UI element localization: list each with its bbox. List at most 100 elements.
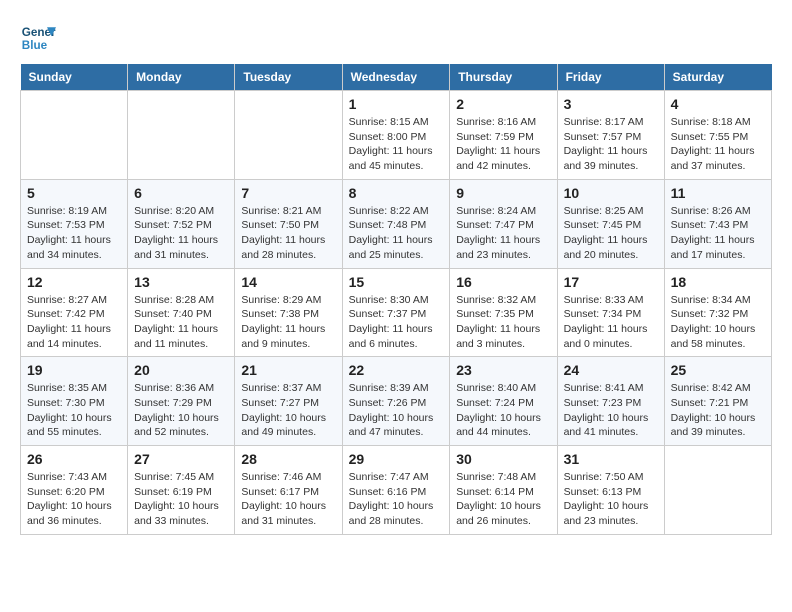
calendar-cell: 10 Sunrise: 8:25 AM Sunset: 7:45 PM Dayli… — [557, 179, 664, 268]
calendar-cell — [235, 91, 342, 180]
day-number: 29 — [349, 451, 444, 467]
day-number: 14 — [241, 274, 335, 290]
calendar-cell: 6 Sunrise: 8:20 AM Sunset: 7:52 PM Daylig… — [128, 179, 235, 268]
logo-icon: General Blue — [20, 20, 56, 56]
weekday-thursday: Thursday — [450, 64, 557, 91]
day-detail: Sunrise: 8:37 AM Sunset: 7:27 PM Dayligh… — [241, 381, 335, 440]
calendar-cell: 15 Sunrise: 8:30 AM Sunset: 7:37 PM Dayli… — [342, 268, 450, 357]
weekday-monday: Monday — [128, 64, 235, 91]
calendar-cell: 27 Sunrise: 7:45 AM Sunset: 6:19 PM Dayli… — [128, 446, 235, 535]
calendar-week-2: 5 Sunrise: 8:19 AM Sunset: 7:53 PM Daylig… — [21, 179, 772, 268]
day-number: 2 — [456, 96, 550, 112]
calendar-week-5: 26 Sunrise: 7:43 AM Sunset: 6:20 PM Dayli… — [21, 446, 772, 535]
day-detail: Sunrise: 8:20 AM Sunset: 7:52 PM Dayligh… — [134, 204, 228, 263]
day-number: 7 — [241, 185, 335, 201]
day-detail: Sunrise: 8:41 AM Sunset: 7:23 PM Dayligh… — [564, 381, 658, 440]
day-number: 10 — [564, 185, 658, 201]
day-number: 25 — [671, 362, 765, 378]
calendar-cell — [21, 91, 128, 180]
calendar-cell: 5 Sunrise: 8:19 AM Sunset: 7:53 PM Daylig… — [21, 179, 128, 268]
calendar-body: 1 Sunrise: 8:15 AM Sunset: 8:00 PM Daylig… — [21, 91, 772, 535]
day-detail: Sunrise: 8:29 AM Sunset: 7:38 PM Dayligh… — [241, 293, 335, 352]
calendar-cell: 26 Sunrise: 7:43 AM Sunset: 6:20 PM Dayli… — [21, 446, 128, 535]
calendar-cell: 31Sunrise: 7:50 AM Sunset: 6:13 PM Dayli… — [557, 446, 664, 535]
weekday-sunday: Sunday — [21, 64, 128, 91]
calendar-cell: 1 Sunrise: 8:15 AM Sunset: 8:00 PM Daylig… — [342, 91, 450, 180]
weekday-wednesday: Wednesday — [342, 64, 450, 91]
calendar-cell: 21 Sunrise: 8:37 AM Sunset: 7:27 PM Dayli… — [235, 357, 342, 446]
day-number: 20 — [134, 362, 228, 378]
day-number: 4 — [671, 96, 765, 112]
day-detail: Sunrise: 8:27 AM Sunset: 7:42 PM Dayligh… — [27, 293, 121, 352]
calendar-week-4: 19 Sunrise: 8:35 AM Sunset: 7:30 PM Dayli… — [21, 357, 772, 446]
day-number: 26 — [27, 451, 121, 467]
calendar-cell: 4 Sunrise: 8:18 AM Sunset: 7:55 PM Daylig… — [664, 91, 771, 180]
day-number: 21 — [241, 362, 335, 378]
weekday-tuesday: Tuesday — [235, 64, 342, 91]
day-detail: Sunrise: 8:30 AM Sunset: 7:37 PM Dayligh… — [349, 293, 444, 352]
calendar-cell: 14 Sunrise: 8:29 AM Sunset: 7:38 PM Dayli… — [235, 268, 342, 357]
day-number: 17 — [564, 274, 658, 290]
day-detail: Sunrise: 8:18 AM Sunset: 7:55 PM Dayligh… — [671, 115, 765, 174]
day-detail: Sunrise: 7:48 AM Sunset: 6:14 PM Dayligh… — [456, 470, 550, 529]
day-detail: Sunrise: 8:25 AM Sunset: 7:45 PM Dayligh… — [564, 204, 658, 263]
day-number: 28 — [241, 451, 335, 467]
day-number: 12 — [27, 274, 121, 290]
day-number: 24 — [564, 362, 658, 378]
day-detail: Sunrise: 7:45 AM Sunset: 6:19 PM Dayligh… — [134, 470, 228, 529]
calendar-cell: 22Sunrise: 8:39 AM Sunset: 7:26 PM Dayli… — [342, 357, 450, 446]
weekday-header-row: SundayMondayTuesdayWednesdayThursdayFrid… — [21, 64, 772, 91]
day-detail: Sunrise: 7:47 AM Sunset: 6:16 PM Dayligh… — [349, 470, 444, 529]
day-detail: Sunrise: 8:21 AM Sunset: 7:50 PM Dayligh… — [241, 204, 335, 263]
calendar-cell: 9 Sunrise: 8:24 AM Sunset: 7:47 PM Daylig… — [450, 179, 557, 268]
day-detail: Sunrise: 8:16 AM Sunset: 7:59 PM Dayligh… — [456, 115, 550, 174]
calendar-cell: 23Sunrise: 8:40 AM Sunset: 7:24 PM Dayli… — [450, 357, 557, 446]
day-detail: Sunrise: 8:22 AM Sunset: 7:48 PM Dayligh… — [349, 204, 444, 263]
day-number: 5 — [27, 185, 121, 201]
day-number: 18 — [671, 274, 765, 290]
day-number: 22 — [349, 362, 444, 378]
calendar-cell: 28Sunrise: 7:46 AM Sunset: 6:17 PM Dayli… — [235, 446, 342, 535]
day-detail: Sunrise: 8:36 AM Sunset: 7:29 PM Dayligh… — [134, 381, 228, 440]
day-detail: Sunrise: 8:42 AM Sunset: 7:21 PM Dayligh… — [671, 381, 765, 440]
day-number: 13 — [134, 274, 228, 290]
day-number: 6 — [134, 185, 228, 201]
day-detail: Sunrise: 8:17 AM Sunset: 7:57 PM Dayligh… — [564, 115, 658, 174]
calendar-cell: 13 Sunrise: 8:28 AM Sunset: 7:40 PM Dayli… — [128, 268, 235, 357]
calendar-cell: 19 Sunrise: 8:35 AM Sunset: 7:30 PM Dayli… — [21, 357, 128, 446]
calendar-cell: 30Sunrise: 7:48 AM Sunset: 6:14 PM Dayli… — [450, 446, 557, 535]
svg-text:Blue: Blue — [22, 39, 48, 52]
calendar-cell: 29 Sunrise: 7:47 AM Sunset: 6:16 PM Dayli… — [342, 446, 450, 535]
day-number: 3 — [564, 96, 658, 112]
day-number: 16 — [456, 274, 550, 290]
day-number: 8 — [349, 185, 444, 201]
logo: General Blue — [20, 20, 56, 56]
day-number: 1 — [349, 96, 444, 112]
day-detail: Sunrise: 8:32 AM Sunset: 7:35 PM Dayligh… — [456, 293, 550, 352]
day-number: 23 — [456, 362, 550, 378]
calendar-week-3: 12 Sunrise: 8:27 AM Sunset: 7:42 PM Dayli… — [21, 268, 772, 357]
day-detail: Sunrise: 7:50 AM Sunset: 6:13 PM Dayligh… — [564, 470, 658, 529]
calendar-cell: 20 Sunrise: 8:36 AM Sunset: 7:29 PM Dayli… — [128, 357, 235, 446]
calendar-cell — [128, 91, 235, 180]
day-number: 19 — [27, 362, 121, 378]
day-detail: Sunrise: 8:24 AM Sunset: 7:47 PM Dayligh… — [456, 204, 550, 263]
day-detail: Sunrise: 8:15 AM Sunset: 8:00 PM Dayligh… — [349, 115, 444, 174]
day-number: 11 — [671, 185, 765, 201]
calendar-table: SundayMondayTuesdayWednesdayThursdayFrid… — [20, 64, 772, 535]
calendar-cell: 25 Sunrise: 8:42 AM Sunset: 7:21 PM Dayli… — [664, 357, 771, 446]
calendar-cell: 17 Sunrise: 8:33 AM Sunset: 7:34 PM Dayli… — [557, 268, 664, 357]
day-detail: Sunrise: 8:28 AM Sunset: 7:40 PM Dayligh… — [134, 293, 228, 352]
calendar-week-1: 1 Sunrise: 8:15 AM Sunset: 8:00 PM Daylig… — [21, 91, 772, 180]
calendar-cell: 24 Sunrise: 8:41 AM Sunset: 7:23 PM Dayli… — [557, 357, 664, 446]
weekday-friday: Friday — [557, 64, 664, 91]
header: General Blue — [20, 20, 772, 56]
day-number: 27 — [134, 451, 228, 467]
calendar-cell: 12 Sunrise: 8:27 AM Sunset: 7:42 PM Dayli… — [21, 268, 128, 357]
day-detail: Sunrise: 8:33 AM Sunset: 7:34 PM Dayligh… — [564, 293, 658, 352]
day-detail: Sunrise: 8:19 AM Sunset: 7:53 PM Dayligh… — [27, 204, 121, 263]
day-number: 9 — [456, 185, 550, 201]
day-detail: Sunrise: 8:35 AM Sunset: 7:30 PM Dayligh… — [27, 381, 121, 440]
day-detail: Sunrise: 7:43 AM Sunset: 6:20 PM Dayligh… — [27, 470, 121, 529]
day-number: 15 — [349, 274, 444, 290]
